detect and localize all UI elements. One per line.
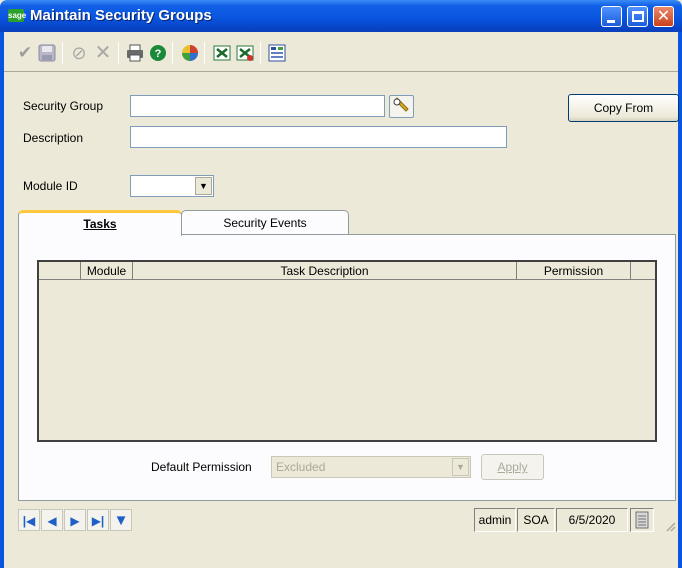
window-title: Maintain Security Groups	[30, 7, 212, 24]
description-label: Description	[23, 131, 84, 145]
default-permission-select: Excluded ▼	[271, 456, 471, 478]
export-icon[interactable]	[211, 42, 233, 64]
toolbar-separator	[172, 42, 173, 64]
close-button[interactable]: ✕	[653, 6, 674, 27]
cancel-icon[interactable]: ⊘	[68, 42, 90, 64]
tab-security-events[interactable]: Security Events	[181, 210, 349, 234]
next-record-icon[interactable]: ▶	[64, 509, 86, 531]
copy-from-label: Copy From	[593, 101, 654, 115]
tab-tasks-label: Tasks	[83, 217, 117, 231]
minimize-button[interactable]	[601, 6, 622, 27]
resize-grip-icon[interactable]	[664, 520, 676, 532]
tab-security-events-label: Security Events	[223, 216, 307, 230]
default-permission-value: Excluded	[276, 460, 326, 474]
toolbar-separator	[62, 42, 63, 64]
status-user: admin	[474, 508, 516, 532]
maximize-icon	[632, 11, 644, 22]
last-record-icon[interactable]: ▶|	[87, 509, 109, 531]
settings-icon[interactable]	[266, 42, 288, 64]
previous-record-icon[interactable]: ◀	[41, 509, 63, 531]
tasks-grid[interactable]: Module Task Description Permission	[37, 260, 657, 442]
accept-icon[interactable]: ✔	[14, 42, 36, 64]
grid-column-header-permission[interactable]: Permission	[517, 262, 631, 280]
module-id-select[interactable]: ▼	[130, 175, 214, 197]
save-icon[interactable]	[36, 42, 58, 64]
title-bar: sage Maintain Security Groups ✕	[0, 0, 682, 32]
module-id-label: Module ID	[23, 179, 78, 193]
toolbar-separator	[118, 42, 119, 64]
grid-column-header-module[interactable]: Module	[81, 262, 133, 280]
minimize-icon	[607, 20, 615, 23]
copy-from-button[interactable]: Copy From	[568, 94, 679, 122]
sage-logo-icon: sage	[8, 9, 27, 22]
chevron-down-icon[interactable]: ▼	[195, 177, 212, 195]
delete-icon[interactable]: ✕	[92, 42, 114, 64]
tab-tasks[interactable]: Tasks	[18, 210, 182, 236]
maximize-button[interactable]	[627, 6, 648, 27]
window-frame-left	[0, 32, 4, 568]
grid-header: Module Task Description Permission	[39, 262, 655, 280]
svg-text:?: ?	[155, 48, 162, 60]
default-permission-label: Default Permission	[151, 460, 252, 474]
close-icon: ✕	[656, 8, 671, 25]
toolbar-separator	[260, 42, 261, 64]
color-wheel-icon[interactable]	[179, 42, 201, 64]
security-group-lookup-button[interactable]	[389, 95, 414, 118]
status-date: 6/5/2020	[556, 508, 628, 532]
toolbar-separator	[204, 42, 205, 64]
import-icon[interactable]	[234, 42, 256, 64]
print-icon[interactable]	[124, 42, 146, 64]
lookup-icon	[393, 97, 409, 112]
description-input[interactable]	[130, 126, 507, 148]
apply-label: Apply	[497, 460, 528, 474]
grid-column-header-task-description[interactable]: Task Description	[133, 262, 517, 280]
status-company: SOA	[517, 508, 555, 532]
chevron-down-icon: ▼	[452, 458, 469, 476]
security-group-input[interactable]	[130, 95, 385, 117]
status-details-icon[interactable]	[630, 508, 654, 532]
security-group-label: Security Group	[23, 99, 104, 113]
help-icon[interactable]: ?	[147, 42, 169, 64]
first-record-icon[interactable]: |◀	[18, 509, 40, 531]
apply-button: Apply	[481, 454, 544, 480]
filter-icon[interactable]: ▼	[110, 509, 132, 531]
grid-column-header-row-selector	[39, 262, 81, 280]
toolbar: ✔ ⊘ ✕ ?	[4, 34, 678, 72]
